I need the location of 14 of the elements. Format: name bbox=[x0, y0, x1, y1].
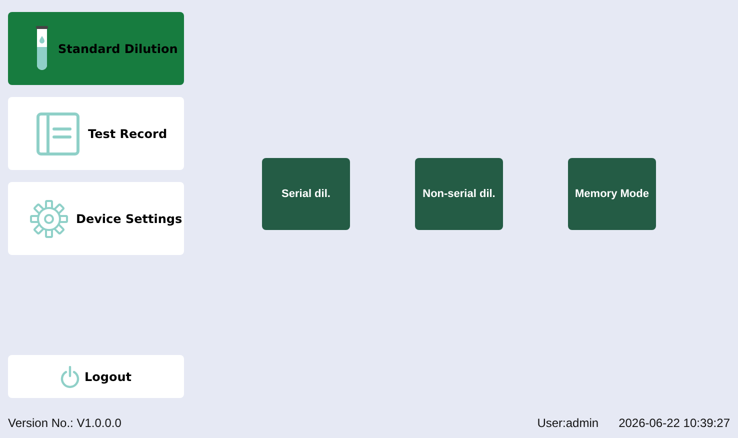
sidebar-item[interactable]: Device Settings bbox=[8, 182, 184, 255]
mode-button[interactable]: Non-serial dil. bbox=[415, 158, 503, 230]
version-label: Version No.: V1.0.0.0 bbox=[8, 416, 122, 430]
power-icon bbox=[60, 366, 80, 388]
mode-button[interactable]: Memory Mode bbox=[568, 158, 656, 230]
logout-button[interactable]: Logout bbox=[8, 355, 184, 398]
gear-icon bbox=[30, 200, 68, 238]
test-tube-icon bbox=[34, 26, 50, 72]
datetime-label: 2026-06-22 10:39:27 bbox=[618, 416, 730, 430]
book-icon bbox=[36, 112, 80, 156]
user-label: User:admin bbox=[537, 416, 599, 430]
sidebar-item[interactable]: Standard Dilution bbox=[8, 12, 184, 85]
mode-button[interactable]: Serial dil. bbox=[262, 158, 350, 230]
sidebar-item[interactable]: Test Record bbox=[8, 97, 184, 170]
